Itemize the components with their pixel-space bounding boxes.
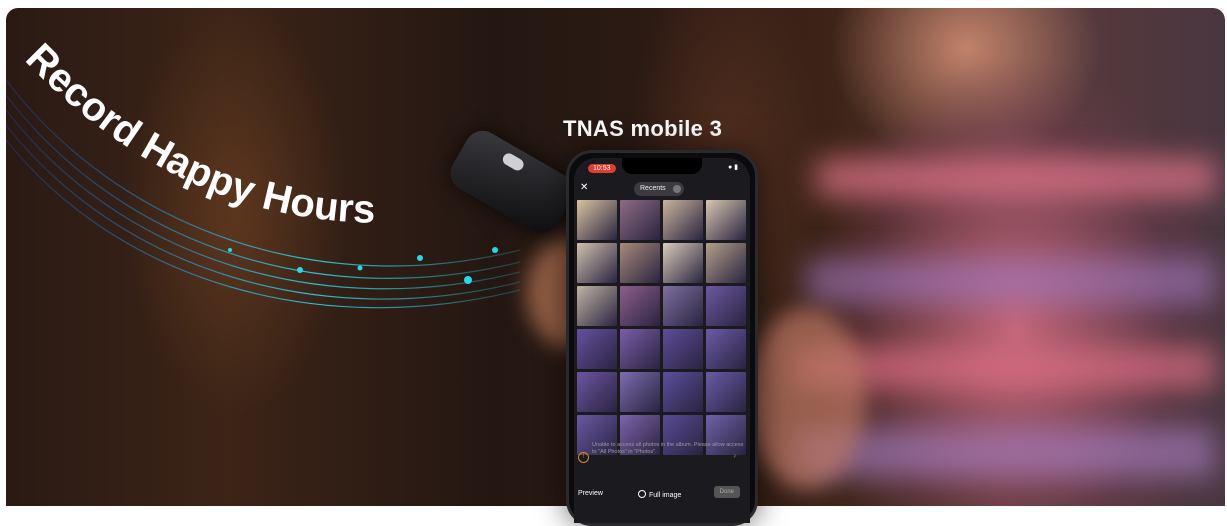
photo-grid [574, 200, 750, 455]
photo-thumbnail[interactable] [663, 286, 703, 326]
photo-thumbnail[interactable] [577, 243, 617, 283]
photo-thumbnail[interactable] [577, 329, 617, 369]
preview-button[interactable]: Preview [578, 490, 603, 497]
photo-thumbnail[interactable] [577, 372, 617, 412]
photo-thumbnail[interactable] [620, 329, 660, 369]
photo-thumbnail[interactable] [620, 243, 660, 283]
warning-icon: ! [578, 452, 589, 463]
photo-thumbnail[interactable] [706, 243, 746, 283]
wifi-battery-icon: ● ▮ [727, 164, 738, 171]
photo-thumbnail[interactable] [706, 372, 746, 412]
photo-thumbnail[interactable] [663, 200, 703, 240]
camera-lens [500, 151, 526, 173]
photo-thumbnail[interactable] [620, 372, 660, 412]
headline-path: Record Happy Hours [17, 35, 376, 231]
photo-thumbnail[interactable] [706, 286, 746, 326]
photo-thumbnail[interactable] [663, 329, 703, 369]
photo-thumbnail[interactable] [663, 372, 703, 412]
photo-thumbnail[interactable] [663, 243, 703, 283]
radio-icon [638, 490, 646, 498]
photo-thumbnail[interactable] [706, 200, 746, 240]
chevron-down-icon [673, 185, 681, 193]
done-button[interactable]: Done [713, 486, 740, 498]
chevron-right-icon: › [733, 451, 736, 460]
photo-thumbnail[interactable] [706, 329, 746, 369]
album-selector[interactable]: Recents [634, 182, 684, 196]
app-title: TNAS mobile 3 [563, 116, 723, 141]
album-nav-bar: ✕ Recents [574, 180, 750, 200]
status-bar: 10:53 ● ▮ [574, 158, 750, 180]
photo-thumbnail[interactable] [620, 286, 660, 326]
full-image-label: Full image [649, 492, 682, 499]
photo-thumbnail[interactable] [577, 200, 617, 240]
close-icon[interactable]: ✕ [580, 182, 588, 193]
warning-text: Unable to access all photos in the album… [592, 442, 744, 455]
status-time: 10:53 [588, 164, 616, 173]
full-image-toggle[interactable]: Full image [638, 490, 681, 499]
photo-thumbnail[interactable] [577, 286, 617, 326]
phone-screen: 10:53 ● ▮ ✕ Recents ! Unable to access a… [574, 158, 750, 523]
phone-notch [622, 158, 702, 174]
bottom-bar: Preview Full image Done [574, 484, 750, 504]
access-warning[interactable]: ! Unable to access all photos in the alb… [578, 442, 746, 478]
album-label: Recents [640, 185, 666, 192]
photo-thumbnail[interactable] [620, 200, 660, 240]
phone-mockup: 10:53 ● ▮ ✕ Recents ! Unable to access a… [566, 150, 758, 526]
headline-text: Record Happy Hours [17, 35, 376, 231]
